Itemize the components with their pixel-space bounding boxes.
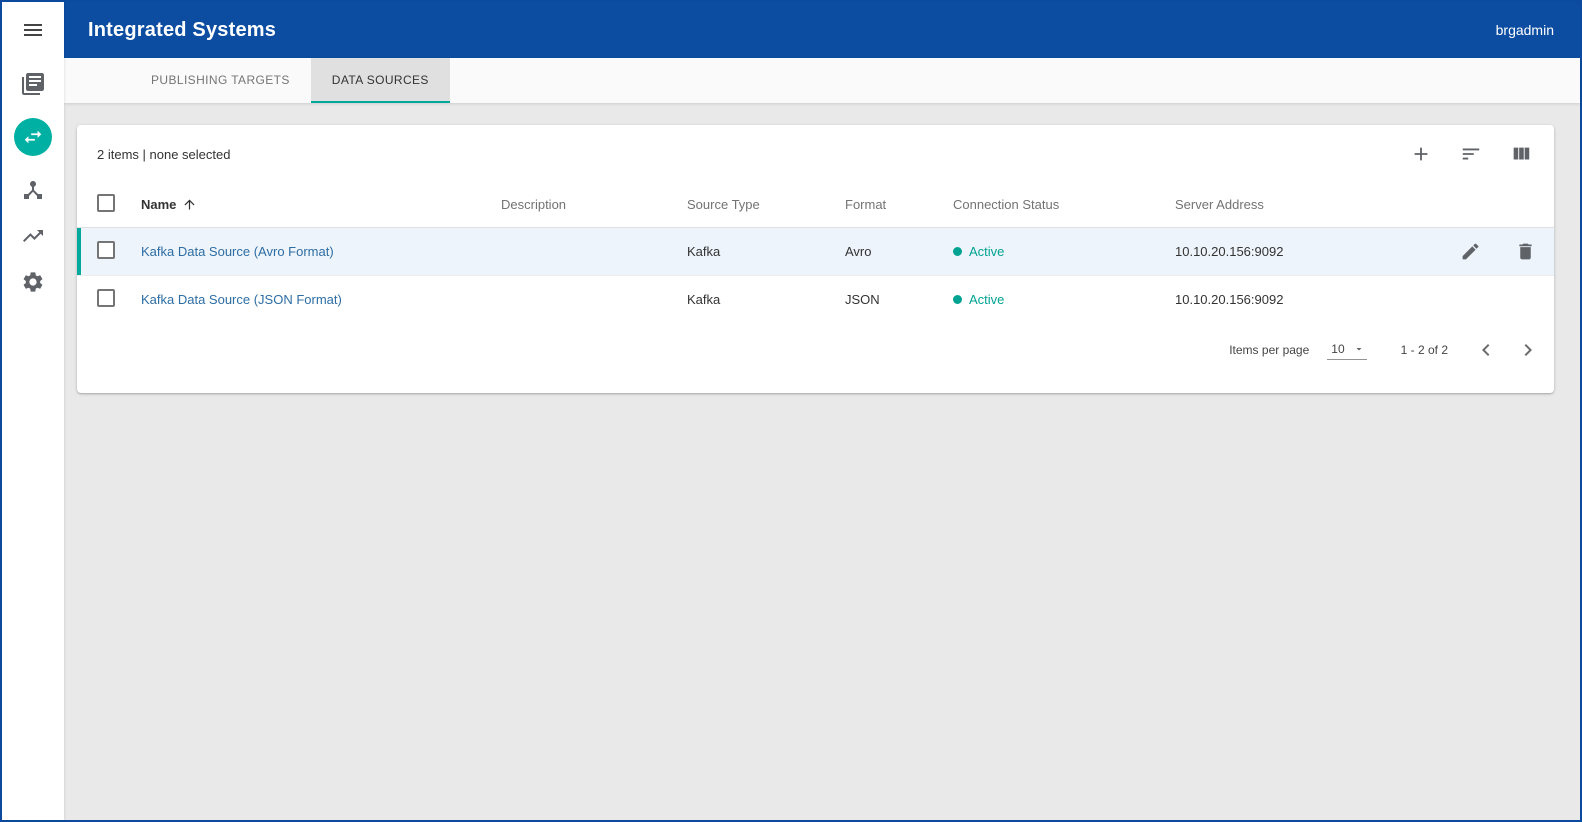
add-icon[interactable]	[1410, 143, 1432, 165]
status-dot-icon	[953, 247, 962, 256]
delete-icon[interactable]	[1515, 241, 1536, 262]
column-header-name[interactable]: Name	[141, 197, 197, 212]
column-header-server-address[interactable]: Server Address	[1175, 183, 1404, 227]
select-all-checkbox[interactable]	[97, 194, 115, 212]
integrated-systems-nav-icon[interactable]	[14, 118, 52, 156]
filter-sort-icon[interactable]	[1460, 143, 1482, 165]
page-range: 1 - 2 of 2	[1401, 343, 1448, 357]
tab-data-sources[interactable]: DATA SOURCES	[311, 58, 450, 103]
row-source-type: Kafka	[687, 227, 845, 275]
menu-icon[interactable]	[21, 18, 45, 42]
table-header-row: Name Description Source Type Format Conn…	[77, 183, 1554, 227]
column-header-description[interactable]: Description	[501, 183, 687, 227]
row-checkbox[interactable]	[97, 289, 115, 307]
column-header-connection-status[interactable]: Connection Status	[953, 183, 1175, 227]
items-per-page-label: Items per page	[1229, 343, 1309, 357]
status-dot-icon	[953, 295, 962, 304]
content-area: 2 items | none selected	[64, 103, 1580, 820]
tab-publishing-targets[interactable]: PUBLISHING TARGETS	[130, 58, 311, 103]
table-row[interactable]: Kafka Data Source (JSON Format) Kafka JS…	[77, 275, 1554, 323]
row-name-link[interactable]: Kafka Data Source (JSON Format)	[141, 292, 342, 307]
selection-summary: 2 items | none selected	[97, 147, 230, 162]
columns-icon[interactable]	[1510, 143, 1532, 165]
table-toolbar: 2 items | none selected	[77, 125, 1554, 183]
page-size-select[interactable]: 10	[1327, 340, 1366, 360]
edit-icon[interactable]	[1460, 241, 1481, 262]
status-badge: Active	[953, 244, 1004, 259]
row-source-type: Kafka	[687, 275, 845, 323]
dropdown-arrow-icon	[1353, 343, 1365, 355]
row-format: JSON	[845, 275, 953, 323]
row-description	[501, 275, 687, 323]
feeds-nav-icon[interactable]	[21, 72, 45, 96]
analytics-nav-icon[interactable]	[21, 224, 45, 248]
row-server-address: 10.10.20.156:9092	[1175, 275, 1404, 323]
row-checkbox[interactable]	[97, 241, 115, 259]
sort-ascending-icon[interactable]	[182, 197, 197, 212]
data-sources-table: Name Description Source Type Format Conn…	[77, 183, 1554, 323]
previous-page-icon[interactable]	[1474, 338, 1498, 362]
tab-bar: PUBLISHING TARGETS DATA SOURCES	[64, 58, 1580, 103]
swap-horizontal-icon	[22, 126, 44, 148]
table-row[interactable]: Kafka Data Source (Avro Format) Kafka Av…	[77, 227, 1554, 275]
status-badge: Active	[953, 292, 1004, 307]
row-format: Avro	[845, 227, 953, 275]
app-header: Integrated Systems brgadmin	[64, 2, 1580, 58]
paginator: Items per page 10 1 - 2 of 2	[77, 323, 1554, 377]
row-description	[501, 227, 687, 275]
column-header-format[interactable]: Format	[845, 183, 953, 227]
next-page-icon[interactable]	[1516, 338, 1540, 362]
page-title: Integrated Systems	[88, 19, 276, 42]
hierarchy-nav-icon[interactable]	[21, 178, 45, 202]
username[interactable]: brgadmin	[1496, 22, 1554, 38]
sidebar	[2, 2, 64, 820]
settings-nav-icon[interactable]	[21, 270, 45, 294]
data-sources-card: 2 items | none selected	[77, 125, 1554, 393]
column-header-source-type[interactable]: Source Type	[687, 183, 845, 227]
row-server-address: 10.10.20.156:9092	[1175, 227, 1404, 275]
row-name-link[interactable]: Kafka Data Source (Avro Format)	[141, 244, 334, 259]
